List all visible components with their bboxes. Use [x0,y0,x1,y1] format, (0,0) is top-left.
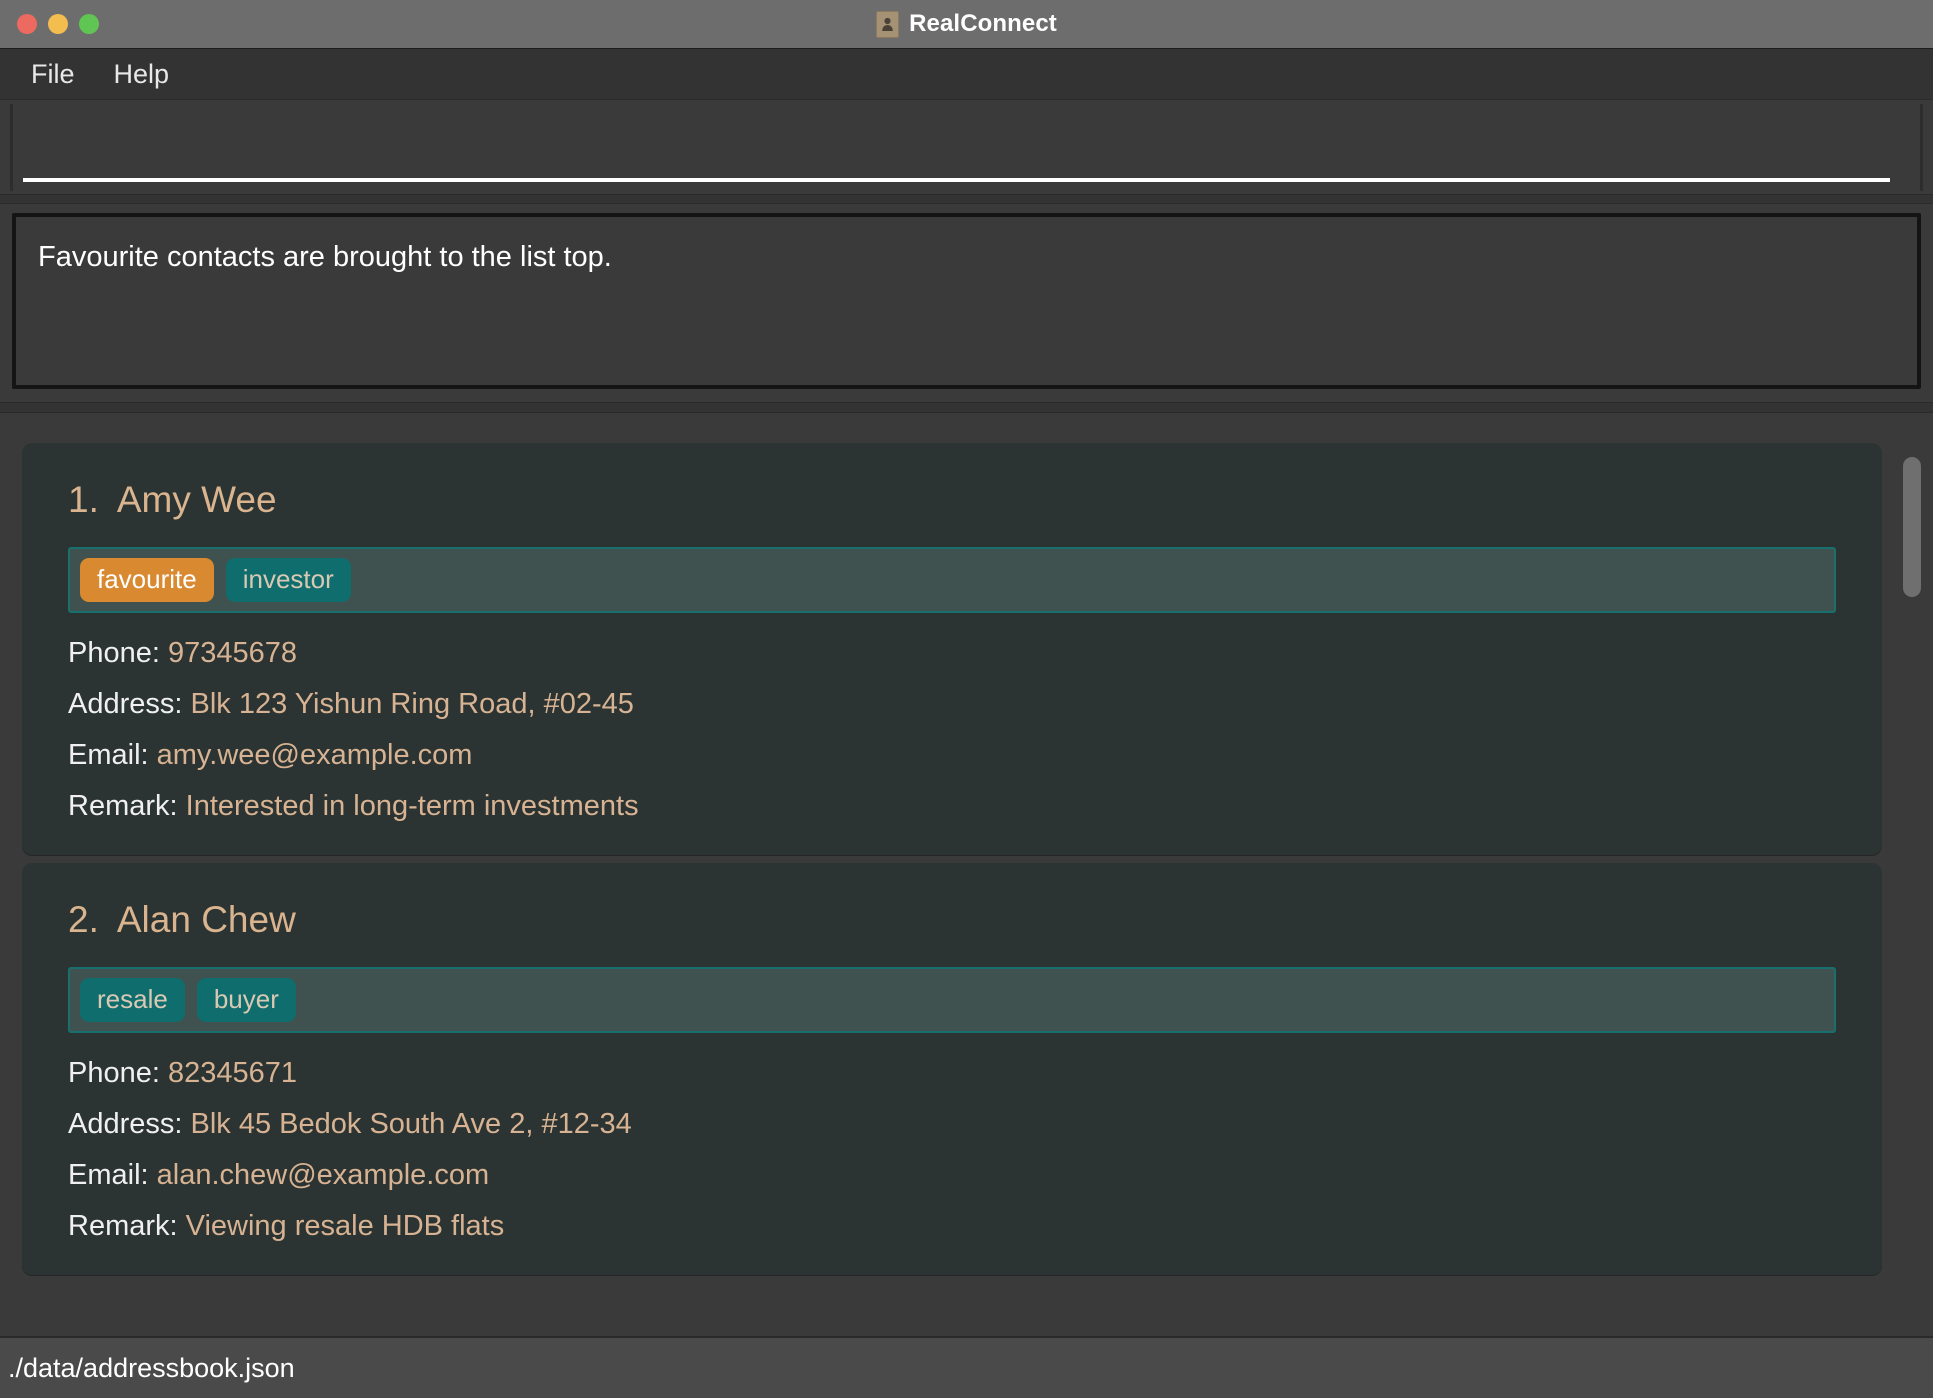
scrollbar-thumb[interactable] [1903,457,1921,597]
app-window: RealConnect File Help Favourite contacts… [0,0,1933,1398]
minimize-window-button[interactable] [48,14,68,34]
close-window-button[interactable] [17,14,37,34]
contact-card[interactable]: 1. Amy Wee favourite investor Phone: 973… [22,443,1882,855]
phone-label: Phone: [68,637,160,669]
command-separator [0,194,1933,204]
save-location-status: ./data/addressbook.json [8,1352,295,1383]
address-value: Blk 45 Bedok South Ave 2, #12-34 [190,1108,632,1140]
phone-value: 82345671 [167,1057,298,1089]
remark-label: Remark: [68,790,178,822]
tag-row: favourite investor [68,547,1836,613]
phone-value: 97345678 [167,637,298,669]
contact-phone-row: Phone: 82345671 [68,1059,1836,1088]
contact-title: 1. Amy Wee [68,479,1836,521]
email-label: Email: [68,1159,149,1191]
email-value: amy.wee@example.com [156,739,473,771]
contact-index: 1. [68,479,99,520]
result-display-box: Favourite contacts are brought to the li… [12,213,1921,389]
contact-name: Amy Wee [116,479,277,520]
phone-label: Phone: [68,1057,160,1089]
result-region: Favourite contacts are brought to the li… [0,204,1933,389]
menu-help[interactable]: Help [108,58,176,91]
tag-favourite[interactable]: favourite [80,558,214,602]
contact-name: Alan Chew [116,899,296,940]
tag-investor[interactable]: investor [225,558,351,602]
contact-email-row: Email: alan.chew@example.com [68,1161,1836,1190]
contact-list-region: 1. Amy Wee favourite investor Phone: 973… [0,413,1933,1336]
tag-resale[interactable]: resale [80,978,185,1022]
result-separator [0,402,1933,413]
remark-value: Interested in long-term investments [185,790,639,822]
maximize-window-button[interactable] [79,14,99,34]
address-label: Address: [68,688,183,720]
contact-title: 2. Alan Chew [68,899,1836,941]
email-value: alan.chew@example.com [156,1159,490,1191]
tag-row: resale buyer [68,967,1836,1033]
email-label: Email: [68,739,149,771]
contact-address-row: Address: Blk 123 Yishun Ring Road, #02-4… [68,690,1836,719]
command-box [10,104,1923,191]
titlebar: RealConnect [0,0,1933,49]
address-value: Blk 123 Yishun Ring Road, #02-45 [190,688,634,720]
remark-label: Remark: [68,1210,178,1242]
contact-list[interactable]: 1. Amy Wee favourite investor Phone: 973… [22,443,1882,1336]
window-title: RealConnect [909,10,1057,37]
remark-value: Viewing resale HDB flats [185,1210,505,1242]
command-input[interactable] [23,140,1890,182]
contact-address-row: Address: Blk 45 Bedok South Ave 2, #12-3… [68,1110,1836,1139]
contact-remark-row: Remark: Interested in long-term investme… [68,792,1836,821]
person-card-icon [876,10,900,38]
contact-card[interactable]: 2. Alan Chew resale buyer Phone: 8234567… [22,863,1882,1275]
contact-phone-row: Phone: 97345678 [68,639,1836,668]
traffic-lights [0,14,99,34]
contact-index: 2. [68,899,99,940]
command-region [0,100,1933,204]
address-label: Address: [68,1108,183,1140]
contact-remark-row: Remark: Viewing resale HDB flats [68,1212,1836,1241]
statusbar: ./data/addressbook.json [0,1336,1933,1398]
result-message: Favourite contacts are brought to the li… [38,241,612,273]
menu-file[interactable]: File [25,58,81,91]
contact-email-row: Email: amy.wee@example.com [68,741,1836,770]
menubar: File Help [0,49,1933,100]
contact-list-scrollbar[interactable] [1903,443,1921,1336]
window-title-group: RealConnect [0,10,1933,38]
tag-buyer[interactable]: buyer [196,978,296,1022]
